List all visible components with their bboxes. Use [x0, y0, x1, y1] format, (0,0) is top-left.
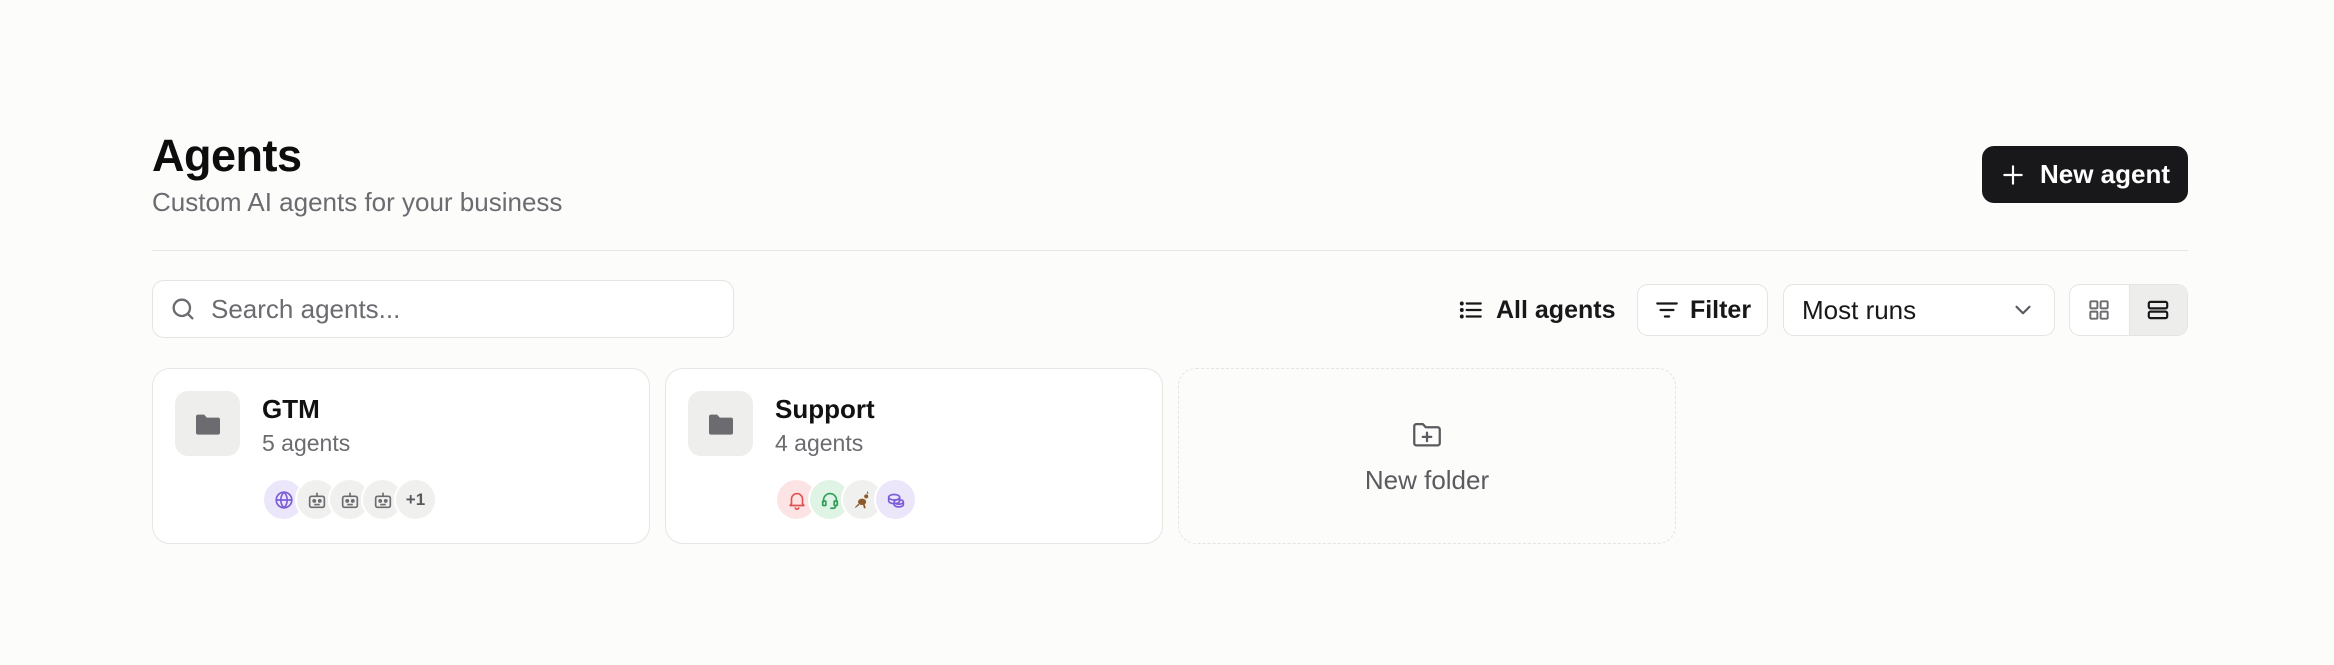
- robot-icon: [374, 492, 391, 508]
- folder-icon: [708, 414, 733, 435]
- all-agents-label: All agents: [1496, 295, 1616, 324]
- folder-agent-count: 4 agents: [775, 430, 864, 456]
- coins-icon: [887, 493, 904, 508]
- header-divider: [152, 250, 2188, 251]
- folder-plus-icon: [1413, 422, 1441, 446]
- globe-icon: [274, 490, 293, 509]
- robot-icon: [308, 492, 325, 508]
- filter-label: Filter: [1689, 295, 1752, 324]
- chevron-down-icon: [2015, 305, 2031, 315]
- view-toggle: [2069, 284, 2188, 336]
- folder-name: Support: [775, 394, 875, 424]
- agents-page: Agents Custom AI agents for your busines…: [0, 0, 2334, 665]
- rows-icon: [2147, 300, 2169, 320]
- folder-card-support[interactable]: Support 4 agents: [665, 368, 1163, 544]
- search-icon: [172, 298, 194, 320]
- folder-name: GTM: [262, 394, 320, 424]
- list-icon: [1459, 301, 1482, 319]
- page-header: Agents Custom AI agents for your busines…: [152, 128, 2188, 217]
- search-box[interactable]: [152, 280, 734, 338]
- robot-icon: [341, 492, 358, 508]
- agent-avatar: [874, 478, 917, 521]
- grid-icon: [2089, 300, 2109, 320]
- folder-icon: [195, 414, 220, 435]
- new-folder-card[interactable]: New folder: [1178, 368, 1676, 544]
- folder-icon-box: [688, 391, 753, 456]
- headset-icon: [821, 492, 838, 509]
- page-title: Agents: [152, 130, 302, 181]
- plus-icon: [2003, 164, 2023, 185]
- new-agent-label: New agent: [2039, 159, 2171, 189]
- agent-avatar-stack: [775, 478, 917, 521]
- kangaroo-icon: [854, 490, 868, 508]
- sort-select[interactable]: Most runs: [1783, 284, 2055, 336]
- new-agent-button[interactable]: New agent: [1982, 146, 2188, 203]
- bell-icon: [788, 492, 805, 510]
- folder-icon-box: [175, 391, 240, 456]
- more-agents-badge: +1: [394, 478, 437, 521]
- search-input[interactable]: [211, 293, 711, 325]
- folder-card-gtm[interactable]: GTM 5 agents +1: [152, 368, 650, 544]
- filter-button[interactable]: Filter: [1637, 284, 1768, 336]
- filter-icon: [1656, 302, 1678, 318]
- all-agents-button[interactable]: All agents: [1458, 286, 1615, 334]
- agent-avatar-stack: +1: [262, 478, 437, 521]
- new-folder-label: New folder: [1364, 464, 1490, 495]
- folder-agent-count: 5 agents: [262, 430, 351, 456]
- grid-view-button[interactable]: [2070, 285, 2129, 335]
- sort-selected-value: Most runs: [1802, 294, 1917, 325]
- page-subtitle: Custom AI agents for your business: [152, 187, 563, 217]
- list-view-button[interactable]: [2128, 285, 2187, 335]
